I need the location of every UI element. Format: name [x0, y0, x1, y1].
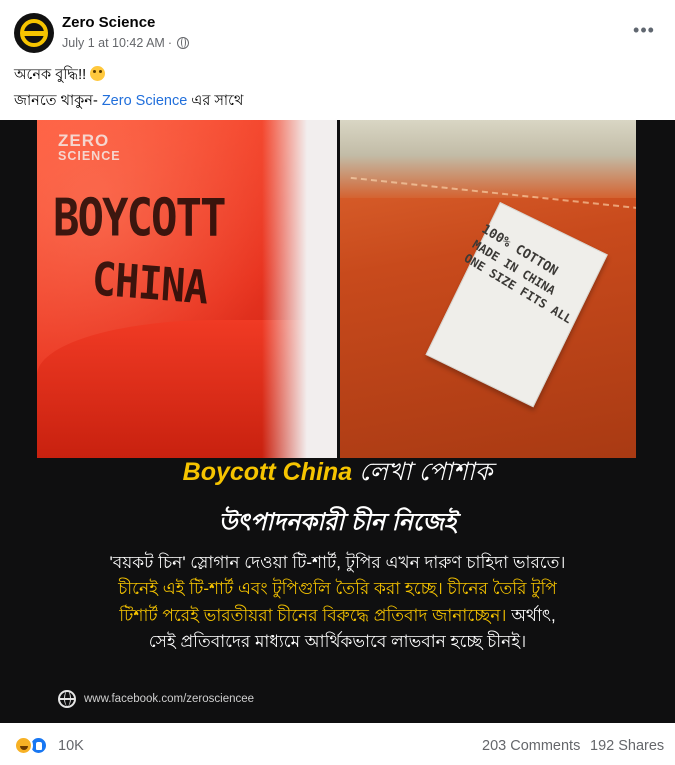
caption-line-1: অনেক বুদ্ধি!!	[14, 64, 106, 88]
reaction-icons[interactable]	[14, 736, 48, 755]
headline-line-1: Boycott China লেখা পোশাক	[0, 452, 675, 495]
page-avatar[interactable]	[14, 13, 54, 53]
logo-bottom: SCIENCE	[58, 149, 121, 163]
more-options-button[interactable]: •••	[628, 18, 660, 42]
zero-science-logo: ZERO SCIENCE	[58, 132, 121, 163]
headline-bengali-1: লেখা পোশাক	[352, 458, 493, 486]
haha-reaction-icon	[14, 736, 33, 755]
image-watermark: www.facebook.com/zerosciencee	[58, 690, 254, 708]
flushed-face-emoji-icon	[90, 66, 106, 81]
fabric-seam	[340, 120, 636, 198]
body-line-1: 'বয়কট চিন' স্লোগান দেওয়া টি-শার্ট, টুপ…	[109, 553, 566, 572]
post-image[interactable]: ZERO SCIENCE BOYCOTT CHINA 100% COTTON M…	[0, 120, 675, 723]
body-line-3: টিশার্ট পরেই ভারতীয়রা চীনের বিরুদ্ধে প্…	[0, 603, 675, 629]
meta-separator: ·	[167, 36, 173, 50]
caption-suffix: এর সাথে	[187, 93, 244, 109]
body-line-4: সেই প্রতিবাদের মাধ্যমে আর্থিকভাবে লাভবান…	[148, 632, 527, 652]
image-headline: Boycott China লেখা পোশাক উৎপাদনকারী চীন …	[0, 452, 675, 544]
post-meta: July 1 at 10:42 AM ·	[62, 36, 190, 50]
caption-prefix: জানতে থাকুন-	[14, 93, 102, 109]
reaction-count[interactable]: 10K	[58, 738, 84, 754]
post-header: Zero Science July 1 at 10:42 AM · •••	[0, 0, 675, 58]
page-name-link[interactable]: Zero Science	[62, 14, 155, 31]
body-line-3-highlight: টিশার্ট পরেই ভারতীয়রা চীনের বিরুদ্ধে প্…	[119, 605, 507, 625]
globe-icon	[177, 37, 190, 49]
web-globe-icon	[58, 690, 76, 708]
caption-line-2: জানতে থাকুন- Zero Science এর সাথে	[14, 90, 243, 114]
post-footer: 10K 203 Comments 192 Shares	[0, 723, 675, 765]
watermark-url: www.facebook.com/zerosciencee	[84, 693, 255, 705]
logo-top: ZERO	[58, 131, 110, 150]
cap-print-boycott: BOYCOTT	[53, 188, 226, 249]
body-line-2: চীনেই এই টি-শার্ট এবং টুপিগুলি তৈরি করা …	[118, 579, 557, 599]
avatar-logo-bar	[23, 31, 45, 36]
headline-english: Boycott China	[182, 458, 353, 486]
headline-bengali-2: উৎপাদনকারী চীন নিজেই	[218, 509, 457, 536]
body-line-3-rest: অর্থাৎ,	[506, 605, 556, 625]
comments-count-link[interactable]: 203 Comments	[482, 738, 580, 754]
cap-print-china: CHINA	[90, 252, 209, 316]
post-timestamp[interactable]: July 1 at 10:42 AM	[62, 36, 165, 50]
photo-background	[262, 120, 337, 458]
zero-science-link[interactable]: Zero Science	[102, 93, 187, 109]
shares-count-link[interactable]: 192 Shares	[590, 738, 664, 754]
caption-text: অনেক বুদ্ধি!!	[14, 67, 87, 83]
image-body-text: 'বয়কট চিন' স্লোগান দেওয়া টি-শার্ট, টুপ…	[0, 550, 675, 655]
